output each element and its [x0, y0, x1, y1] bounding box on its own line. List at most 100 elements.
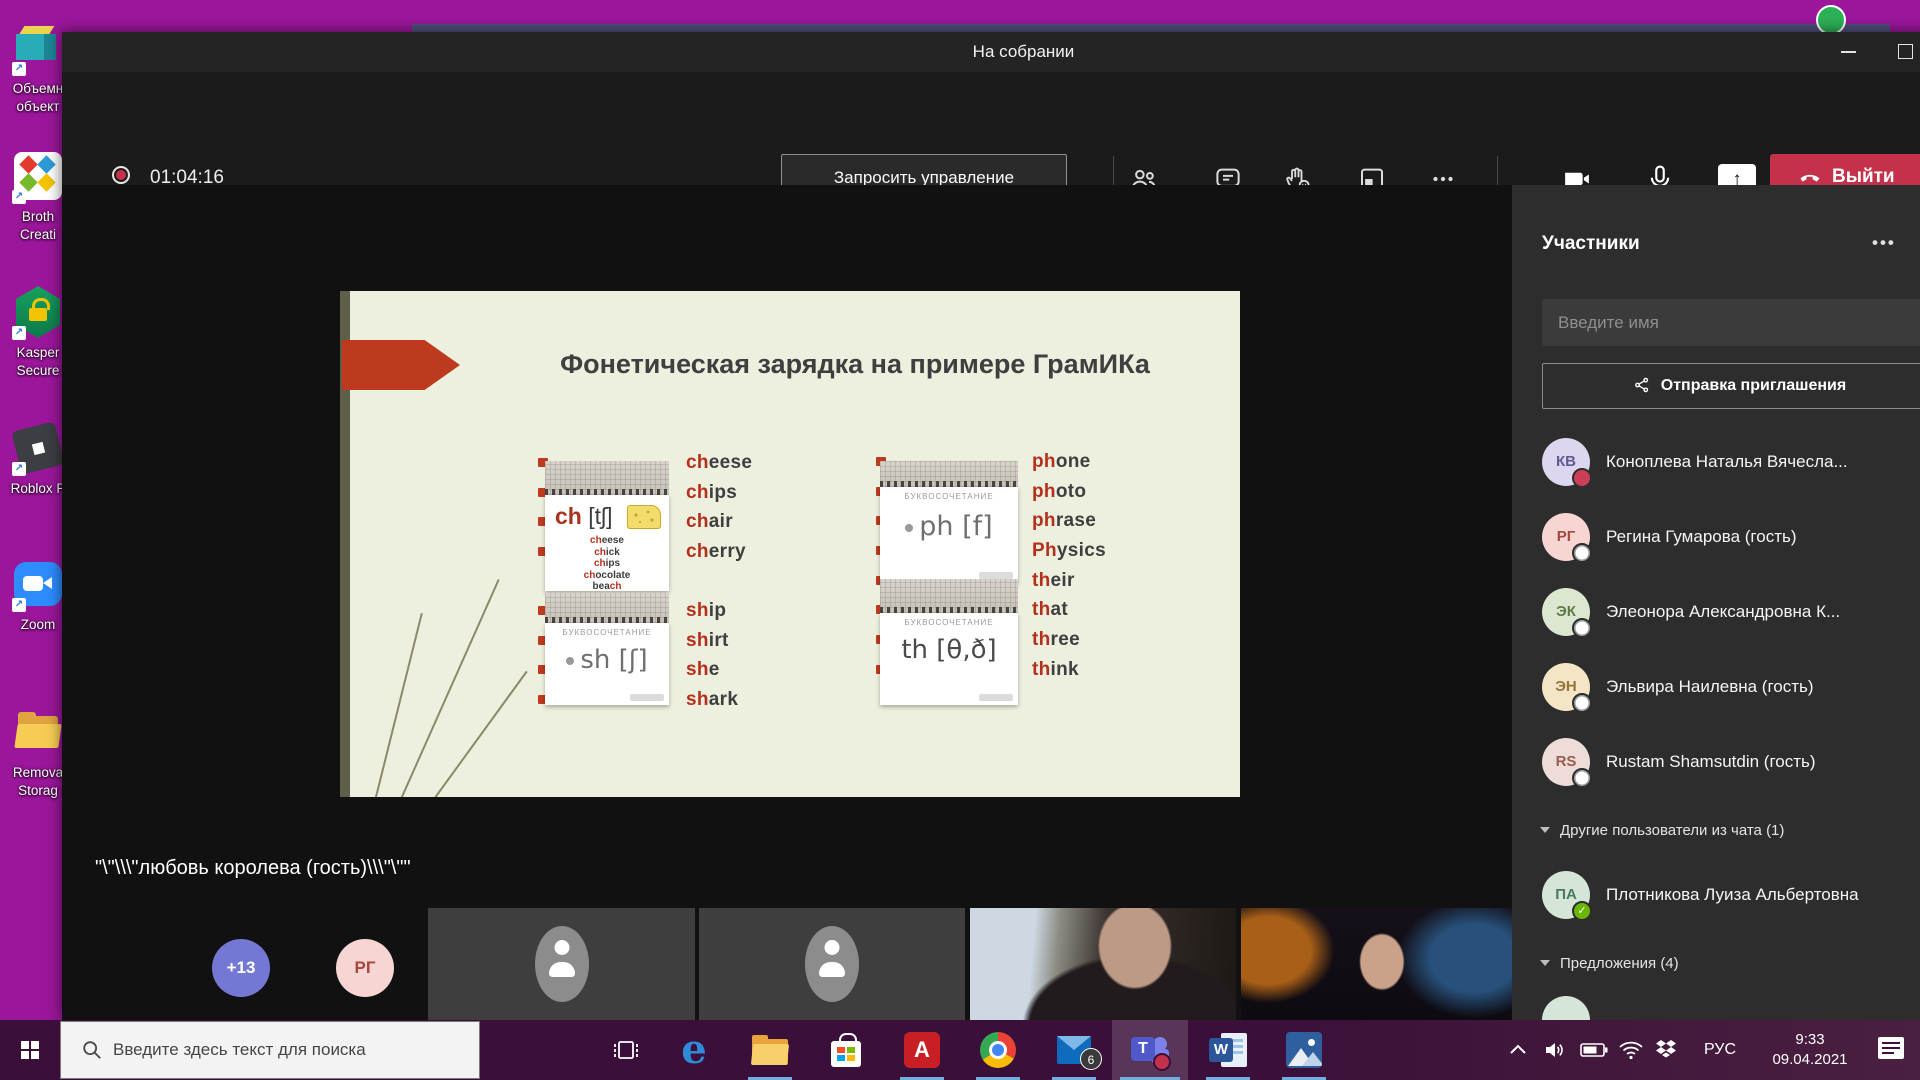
watermark — [979, 572, 1013, 579]
battery-icon — [1580, 1042, 1608, 1058]
flashcard-ch: ch [tʃ] cheese chick chips chocolate bea… — [545, 461, 669, 591]
roblox-icon: ↗ — [10, 420, 66, 476]
tray-battery[interactable] — [1580, 1020, 1608, 1080]
panel-more-icon[interactable]: ••• — [1872, 233, 1896, 253]
speaker-icon — [1542, 1038, 1568, 1062]
taskbar-acrobat[interactable]: A — [884, 1020, 960, 1080]
kaspersky-shield-icon: ↗ — [10, 284, 66, 340]
tray-volume[interactable] — [1542, 1020, 1568, 1080]
tray-clock[interactable]: 9:33 09.04.2021 — [1754, 1030, 1866, 1070]
tray-dropbox[interactable] — [1654, 1020, 1678, 1080]
chrome-icon — [980, 1032, 1016, 1068]
3d-objects-icon: ↗ — [10, 20, 66, 76]
shortcut-arrow-icon: ↗ — [12, 462, 26, 476]
taskbar-teams[interactable]: T — [1112, 1020, 1188, 1080]
participant-tile-placeholder[interactable] — [699, 908, 965, 1020]
taskbar-mail[interactable]: 6 — [1036, 1020, 1112, 1080]
slide-arrow-shape — [342, 340, 460, 390]
phoneme-ph: ph [f] — [880, 511, 1018, 542]
task-view-icon — [613, 1038, 639, 1062]
participant-name: Регина Гумарова (гость) — [1606, 509, 1797, 565]
participant-row[interactable]: RS Rustam Shamsutdin (гость) — [1512, 734, 1920, 790]
presence-busy-icon — [1572, 468, 1592, 488]
zoom-icon: ↗ — [10, 556, 66, 612]
wifi-icon — [1618, 1040, 1644, 1060]
taskbar-store[interactable] — [808, 1020, 884, 1080]
participant-row[interactable]: ПА✓ Плотникова Луиза Альбертовна — [1512, 867, 1920, 923]
word-list-ch: cheese chips chair cherry — [686, 448, 752, 567]
taskbar-edge[interactable]: e — [656, 1020, 732, 1080]
speaker-caption: "\"\\\"любовь королева (гость)\\\"\"" — [95, 857, 411, 880]
participant-row[interactable]: КВ Коноплева Наталья Вячесла... — [1512, 434, 1920, 490]
slide-decoration — [392, 579, 500, 797]
overflow-participants-avatar[interactable]: +13 — [212, 939, 270, 997]
share-link-icon — [1633, 376, 1651, 394]
hangup-phone-icon — [1798, 167, 1822, 187]
tray-show-hidden-icons[interactable] — [1508, 1020, 1528, 1080]
presence-unknown-icon — [1572, 768, 1592, 788]
maximize-button[interactable] — [1898, 44, 1913, 59]
slide-decoration — [420, 671, 527, 797]
section-other-chat-users[interactable]: Другие пользователи из чата (1) — [1540, 822, 1784, 839]
teams-icon: T — [1131, 1033, 1169, 1067]
teams-meeting-window: На собрании 01:04:16 Запросить управлени… — [62, 32, 1920, 1020]
word-list-sh: ship shirt she shark — [686, 596, 738, 715]
person-silhouette-icon — [805, 926, 859, 1002]
participant-row[interactable]: ЭН Эльвира Наилевна (гость) — [1512, 659, 1920, 715]
tray-wifi[interactable] — [1618, 1020, 1644, 1080]
taskbar-chrome[interactable] — [960, 1020, 1036, 1080]
background-green-avatar — [1816, 5, 1846, 35]
person-silhouette-icon — [535, 926, 589, 1002]
notebook-strip — [545, 593, 669, 623]
notebook-strip — [880, 579, 1018, 613]
participant-tile-placeholder[interactable] — [428, 908, 695, 1020]
mail-badge: 6 — [1080, 1048, 1102, 1070]
avatar: ПА✓ — [1542, 871, 1590, 919]
flashcard-body: БУКВОСОЧЕТАНИЕ ph [f] — [880, 487, 1018, 583]
taskbar-photos[interactable] — [1266, 1020, 1342, 1080]
tray-language[interactable]: РУС — [1693, 1020, 1747, 1080]
chevron-down-icon — [1540, 960, 1550, 966]
recording-indicator-icon — [112, 166, 130, 184]
participant-video-tile[interactable] — [1241, 908, 1512, 1020]
participant-video-tile[interactable] — [970, 908, 1236, 1020]
watermark — [630, 694, 664, 701]
shared-content-stage: Фонетическая зарядка на примере ГрамИКа — [62, 185, 1512, 1020]
shortcut-arrow-icon: ↗ — [12, 62, 26, 76]
notification-center-icon[interactable] — [1878, 1037, 1904, 1059]
avatar-partial — [1542, 996, 1590, 1020]
flashcard-body: БУКВОСОЧЕТАНИЕ th [θ,ð] — [880, 613, 1018, 705]
taskbar-search-box[interactable]: Введите здесь текст для поиска — [60, 1021, 480, 1079]
minimize-button[interactable] — [1841, 51, 1856, 53]
participant-row[interactable]: ЭК Элеонора Александровна К... — [1512, 584, 1920, 640]
notebook-strip — [545, 461, 669, 495]
bullet-dot-icon — [566, 657, 574, 665]
participant-row[interactable]: РГ Регина Гумарова (гость) — [1512, 509, 1920, 565]
shortcut-arrow-icon: ↗ — [12, 326, 26, 340]
edge-icon: e — [681, 1030, 706, 1070]
search-placeholder: Введите здесь текст для поиска — [113, 1022, 366, 1078]
flashcard-ph: БУКВОСОЧЕТАНИЕ ph [f] — [880, 461, 1018, 583]
flashcard-sh: БУКВОСОЧЕТАНИЕ sh [ʃ] — [545, 593, 669, 705]
section-suggestions[interactable]: Предложения (4) — [1540, 955, 1679, 972]
avatar: ЭК — [1542, 588, 1590, 636]
slide-title: Фонетическая зарядка на примере ГрамИКа — [490, 349, 1220, 380]
participant-search-input[interactable] — [1542, 299, 1920, 346]
windows-taskbar: Введите здесь текст для поиска e — [0, 1020, 1920, 1080]
taskbar-word[interactable]: W — [1190, 1020, 1266, 1080]
avatar: РГ — [1542, 513, 1590, 561]
avatar: RS — [1542, 738, 1590, 786]
start-button[interactable] — [0, 1020, 60, 1080]
file-explorer-icon — [752, 1035, 788, 1065]
taskbar-explorer[interactable] — [732, 1020, 808, 1080]
brother-creative-icon: ↗ — [10, 148, 66, 204]
invite-button[interactable]: Отправка приглашения — [1542, 363, 1920, 409]
windows-logo-icon — [21, 1041, 39, 1059]
folder-icon — [10, 704, 66, 760]
task-view-button[interactable] — [588, 1020, 664, 1080]
flashcard-header: БУКВОСОЧЕТАНИЕ — [880, 487, 1018, 501]
flashcard-body: БУКВОСОЧЕТАНИЕ sh [ʃ] — [545, 623, 669, 705]
window-title: На собрании — [62, 32, 1920, 72]
invite-button-label: Отправка приглашения — [1661, 377, 1846, 394]
participant-avatar-rg[interactable]: РГ — [336, 939, 394, 997]
